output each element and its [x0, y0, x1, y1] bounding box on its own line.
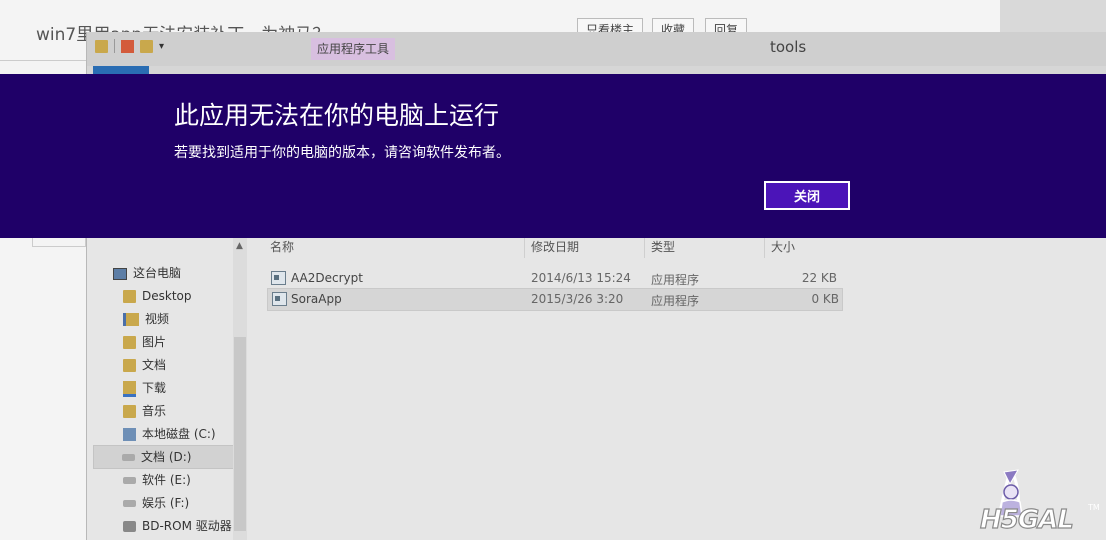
title-bar: ▾ 应用程序工具 tools [87, 32, 1106, 66]
divider [114, 39, 115, 53]
dialog-title: 此应用无法在你的电脑上运行 [174, 101, 500, 130]
nav-item-label: 文档 (D:) [141, 450, 192, 464]
nav-item-music[interactable]: 音乐 [123, 400, 271, 422]
nav-item-pictures[interactable]: 图片 [123, 331, 271, 353]
application-file-icon [271, 271, 286, 285]
navigation-scrollbar[interactable]: ▲ [233, 237, 247, 540]
drive-icon [123, 500, 136, 507]
h5gal-logo: H5GAL TM [979, 469, 1100, 536]
close-button[interactable]: 关闭 [764, 181, 850, 210]
nav-item-bd-rom[interactable]: BD-ROM 驱动器 [123, 515, 233, 537]
column-header-type[interactable]: 类型 [651, 238, 675, 255]
application-tools-tab[interactable]: 应用程序工具 [311, 38, 396, 60]
scrollbar-thumb[interactable] [234, 337, 246, 531]
nav-item-label: 这台电脑 [133, 266, 182, 280]
column-divider[interactable] [524, 236, 525, 258]
column-header-name[interactable]: 名称 [270, 238, 294, 255]
scroll-up-icon[interactable]: ▲ [236, 241, 243, 251]
application-file-icon [272, 292, 287, 306]
drive-icon [123, 477, 136, 484]
file-modified: 2015/3/26 3:20 [531, 292, 624, 306]
svg-text:TM: TM [1087, 503, 1100, 512]
tab-file[interactable] [93, 66, 149, 74]
nav-item-documents[interactable]: 文档 [123, 354, 271, 376]
file-type: 应用程序 [651, 294, 700, 308]
nav-item-label: Desktop [142, 289, 192, 303]
pictures-folder-icon [123, 336, 136, 349]
drive-icon [122, 454, 135, 461]
quick-access-toolbar: ▾ [95, 39, 164, 53]
file-name: SoraApp [291, 292, 342, 306]
nav-item-label: 图片 [142, 335, 167, 349]
nav-item-label: 文档 [142, 358, 167, 372]
file-row[interactable]: AA2Decrypt 2014/6/13 15:24 应用程序 22 KB [267, 268, 841, 289]
file-size: 0 KB [811, 292, 839, 306]
videos-folder-icon [123, 313, 139, 326]
nav-item-label: 视频 [145, 312, 170, 326]
webpage-panel [32, 238, 86, 247]
ribbon-tabs [87, 66, 1106, 74]
folder-icon [123, 290, 136, 303]
nav-item-label: 音乐 [142, 404, 167, 418]
app-cannot-run-dialog: 此应用无法在你的电脑上运行 若要找到适用于你的电脑的版本，请咨询软件发布者。 关… [0, 74, 1106, 238]
nav-item-desktop[interactable]: Desktop [123, 285, 271, 307]
column-header-modified[interactable]: 修改日期 [531, 238, 579, 255]
column-divider[interactable] [764, 236, 765, 258]
column-header-size[interactable]: 大小 [771, 238, 795, 255]
nav-item-label: 下载 [142, 381, 167, 395]
nav-item-drive-e[interactable]: 软件 (E:) [123, 469, 271, 491]
nav-item-drive-f[interactable]: 娱乐 (F:) [123, 492, 271, 514]
system-drive-icon [123, 428, 136, 441]
nav-item-label: 软件 (E:) [142, 473, 191, 487]
file-name: AA2Decrypt [291, 271, 363, 285]
downloads-folder-icon [123, 380, 136, 397]
computer-icon [113, 267, 127, 280]
nav-item-label: 本地磁盘 (C:) [142, 427, 216, 441]
new-folder-icon[interactable] [140, 39, 153, 53]
optical-drive-icon [123, 521, 136, 532]
folder-icon [95, 39, 108, 53]
divider [0, 60, 86, 61]
dialog-message: 若要找到适用于你的电脑的版本，请咨询软件发布者。 [174, 145, 510, 161]
nav-item-videos[interactable]: 视频 [123, 308, 271, 330]
properties-icon[interactable] [121, 39, 134, 53]
nav-item-downloads[interactable]: 下载 [123, 377, 271, 399]
music-folder-icon [123, 405, 136, 418]
navigation-pane: 这台电脑 Desktop 视频 图片 文档 下载 音乐 本地磁盘 (C:) 文档… [87, 237, 247, 540]
nav-item-drive-c[interactable]: 本地磁盘 (C:) [123, 423, 271, 445]
file-size: 22 KB [801, 271, 837, 285]
file-modified: 2014/6/13 15:24 [531, 271, 631, 285]
column-divider[interactable] [644, 236, 645, 258]
nav-item-drive-d[interactable]: 文档 (D:) [93, 445, 239, 469]
svg-text:H5GAL: H5GAL [980, 505, 1073, 535]
documents-folder-icon [123, 359, 136, 372]
nav-item-label: BD-ROM 驱动器 [142, 519, 232, 533]
nav-item-label: 娱乐 (F:) [142, 496, 190, 510]
file-row[interactable]: SoraApp 2015/3/26 3:20 应用程序 0 KB [267, 288, 843, 311]
chevron-down-icon[interactable]: ▾ [159, 41, 164, 52]
window-title: tools [770, 38, 807, 56]
file-type: 应用程序 [651, 273, 700, 287]
